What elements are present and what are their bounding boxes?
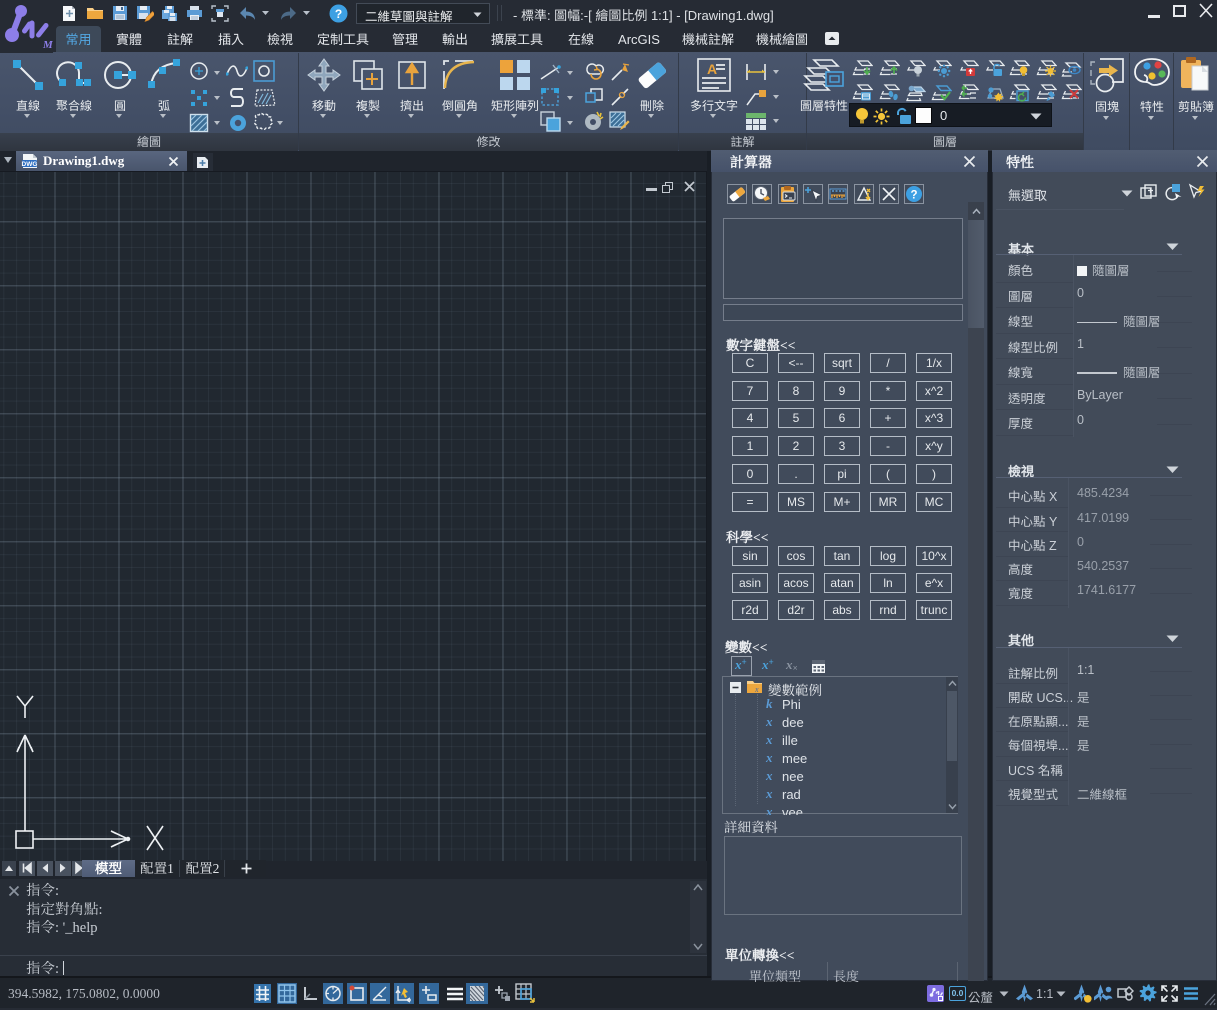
svg-text:DWG: DWG <box>22 161 38 168</box>
svg-text:x: x <box>754 685 759 694</box>
svg-text:M: M <box>42 39 53 51</box>
svg-text:?: ? <box>910 190 917 202</box>
svg-text:A: A <box>707 61 717 77</box>
svg-text:?: ? <box>334 7 341 21</box>
